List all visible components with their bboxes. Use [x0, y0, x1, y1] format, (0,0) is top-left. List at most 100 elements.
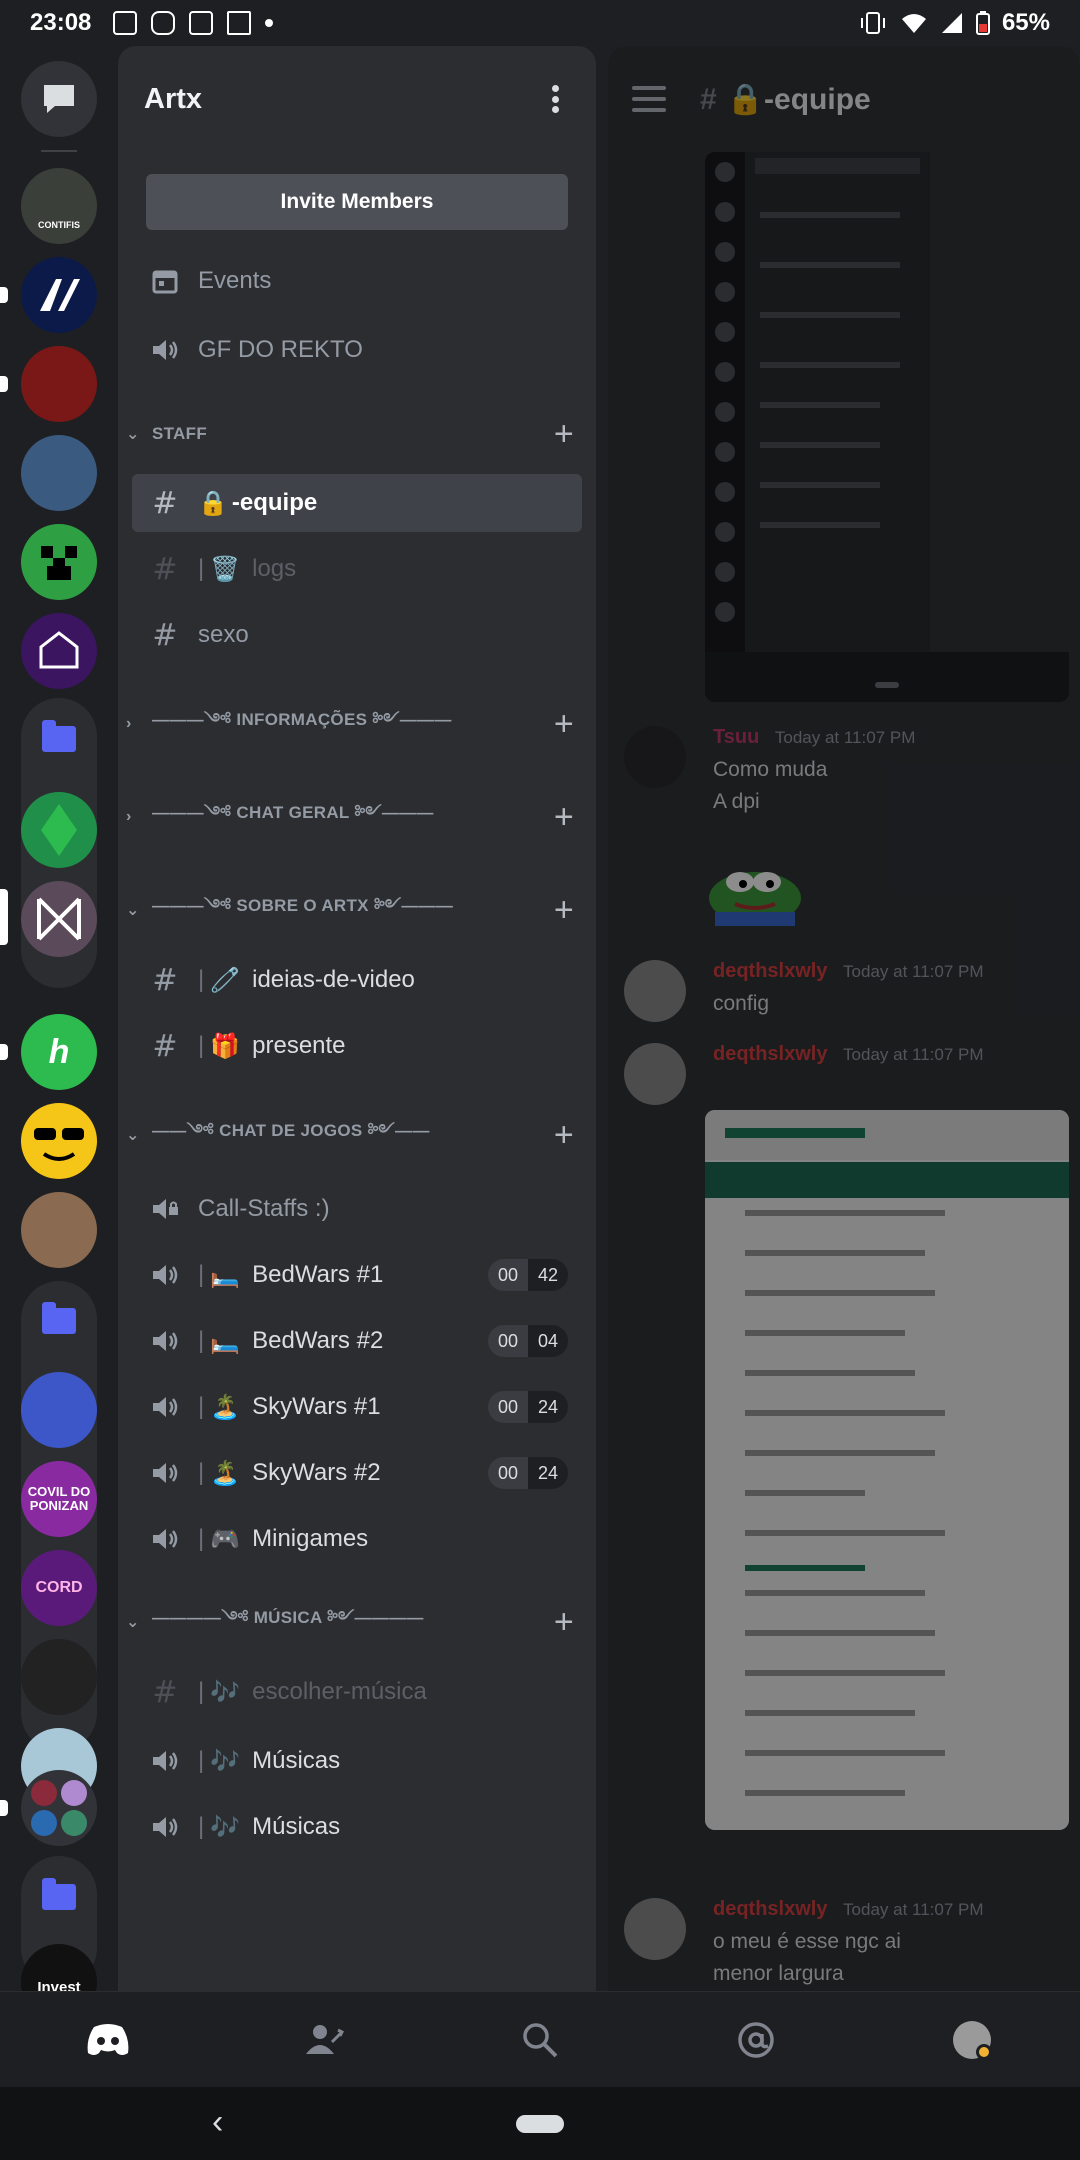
text-channel-equipe[interactable]: # 🔒 -equipe [132, 474, 582, 532]
avatar[interactable] [624, 1043, 686, 1105]
settings-screenshot-thumbnail [705, 1110, 1069, 1830]
hamburger-menu-icon[interactable] [632, 86, 666, 112]
category-staff[interactable]: ⌄ STAFF + [118, 414, 596, 454]
category-chat-de-jogos[interactable]: ⌄ ——༺ CHAT DE JOGOS ༻—— + [118, 1115, 596, 1155]
server-icon-6[interactable] [21, 613, 97, 689]
folder-preview-icon [31, 1780, 87, 1836]
channel-emoji: 🛏️ [210, 1327, 241, 1355]
profile-tab[interactable] [942, 2010, 1002, 2070]
message-text: config [713, 992, 770, 1015]
voice-channel-minigames[interactable]: | 🎮 Minigames [132, 1510, 582, 1568]
chat-title: # 🔒-equipe [700, 82, 871, 117]
text-channel-sexo[interactable]: # sexo [132, 606, 582, 664]
text-channel-logs[interactable]: # | 🗑️ logs [132, 540, 582, 598]
channel-emoji: 🎁 [210, 1032, 241, 1060]
add-channel-icon[interactable]: + [554, 800, 574, 834]
avatar[interactable] [624, 726, 686, 788]
channel-name: GF DO REKTO [198, 336, 363, 363]
channel-name: BedWars #1 [252, 1261, 384, 1288]
add-channel-icon[interactable]: + [554, 707, 574, 741]
attached-image[interactable] [705, 152, 1069, 702]
add-channel-icon[interactable]: + [554, 893, 574, 927]
timestamp: Today at 11:07 PM [843, 962, 984, 981]
voice-channel-skywars-1[interactable]: | 🏝️ SkyWars #1 00 24 [132, 1378, 582, 1436]
category-label: ————༺ MÚSICA ༻———— [152, 1608, 424, 1627]
voice-channel-skywars-2[interactable]: | 🏝️ SkyWars #2 00 24 [132, 1444, 582, 1502]
voice-channel-bedwars-2[interactable]: | 🛏️ BedWars #2 00 04 [132, 1312, 582, 1370]
mentions-tab[interactable] [726, 2010, 786, 2070]
invite-members-button[interactable]: Invite Members [146, 174, 568, 230]
guild-header[interactable]: Artx [118, 46, 596, 152]
category-informacoes[interactable]: › ———༺ INFORMAÇÕES ༻——— + [118, 704, 596, 744]
voice-channel-bedwars-1[interactable]: | 🛏️ BedWars #1 00 42 [132, 1246, 582, 1304]
category-musica[interactable]: ⌄ ————༺ MÚSICA ༻———— + [118, 1602, 596, 1642]
attached-image[interactable] [705, 1110, 1069, 1830]
server-icon-creeper[interactable] [21, 524, 97, 600]
chevron-down-icon: ⌄ [126, 1614, 140, 1631]
add-channel-icon[interactable]: + [554, 1118, 574, 1152]
category-label: ——༺ CHAT DE JOGOS ༻—— [152, 1121, 430, 1140]
username[interactable]: deqthslxwly [713, 1043, 827, 1065]
message-text: o meu é esse ngc ai [713, 1930, 901, 1953]
server-icon-cat[interactable] [21, 1192, 97, 1268]
guild-options-icon[interactable] [540, 79, 570, 119]
add-channel-icon[interactable]: + [554, 1605, 574, 1639]
hash-icon: # [152, 962, 178, 998]
username[interactable]: deqthslxwly [713, 960, 827, 982]
server-icon-12[interactable] [21, 1372, 97, 1448]
profile-avatar [953, 2020, 992, 2060]
server-icon-4[interactable] [21, 435, 97, 511]
server-folder-collapsed[interactable] [21, 1770, 97, 1846]
server-artx[interactable] [21, 881, 97, 957]
locked-hash-icon: # [152, 485, 178, 521]
unread-indicator [0, 287, 8, 303]
channel-drawer: Artx Invite Members Events GF DO REKTO ⌄… [118, 46, 596, 1991]
voice-user-count: 00 04 [487, 1325, 568, 1357]
discord-app: 23:08 65% CONTIFIS h COVIL DO PONIZAN CO… [0, 0, 1080, 2160]
server-icon-15[interactable] [21, 1639, 97, 1715]
channel-name: -equipe [764, 82, 871, 116]
friends-tab[interactable] [294, 2010, 354, 2070]
add-channel-icon[interactable]: + [554, 417, 574, 451]
avatar[interactable] [624, 960, 686, 1022]
username[interactable]: Tsuu [713, 726, 759, 748]
server-icon-2[interactable] [21, 257, 97, 333]
voice-channel-call-staffs[interactable]: Call-Staffs :) [132, 1180, 582, 1238]
server-icon-sunglasses[interactable] [21, 1103, 97, 1179]
avatar[interactable] [624, 1898, 686, 1960]
voice-channel-musicas-2[interactable]: | 🎶 Músicas [132, 1798, 582, 1856]
chevron-down-icon: ⌄ [126, 1127, 140, 1144]
chevron-right-icon: › [126, 715, 132, 732]
server-icon-h[interactable]: h [21, 1014, 97, 1090]
text-channel-presente[interactable]: # | 🎁 presente [132, 1017, 582, 1075]
server-contifis[interactable]: CONTIFIS [21, 168, 97, 244]
events-item[interactable]: Events [132, 252, 582, 310]
channel-name: sexo [198, 621, 249, 648]
home-gesture-pill[interactable] [516, 2115, 564, 2133]
back-icon[interactable]: ‹ [212, 2103, 223, 2142]
text-channel-escolher-musica[interactable]: # | 🎶 escolher-música [132, 1663, 582, 1721]
timestamp: Today at 11:07 PM [774, 728, 916, 747]
category-sobre-o-artx[interactable]: ⌄ ———༺ SOBRE O ARTX ༻——— + [118, 890, 596, 930]
message-meta: deqthslxwly Today at 11:07 PM [713, 1898, 984, 1921]
message: deqthslxwly Today at 11:07 PM o meu é es… [624, 1898, 1074, 1991]
separator-bar: | [198, 1678, 205, 1705]
text-channel-ideias-de-video[interactable]: # | 🧷 ideias-de-video [132, 951, 582, 1009]
server-chillcord[interactable]: CORD [21, 1550, 97, 1626]
server-covil-do-ponizan[interactable]: COVIL DO PONIZAN [21, 1461, 97, 1537]
voice-channel-gf-do-rekto[interactable]: GF DO REKTO [132, 321, 582, 379]
username[interactable]: deqthslxwly [713, 1898, 827, 1920]
home-tab[interactable] [78, 2010, 138, 2070]
message: deqthslxwly Today at 11:07 PM [624, 1043, 1074, 1113]
server-icon-3[interactable] [21, 346, 97, 422]
search-tab[interactable] [510, 2010, 570, 2070]
mentions-icon [738, 2021, 774, 2058]
server-icon-gem[interactable] [21, 792, 97, 868]
speaker-icon [148, 1744, 182, 1778]
speaker-icon [148, 1324, 182, 1358]
direct-messages-button[interactable] [21, 61, 97, 137]
channel-emoji: 🎮 [210, 1525, 241, 1553]
separator-bar: | [198, 555, 205, 582]
voice-channel-musicas-1[interactable]: | 🎶 Músicas [132, 1732, 582, 1790]
category-chat-geral[interactable]: › ———༺ CHAT GERAL ༻——— + [118, 797, 596, 837]
